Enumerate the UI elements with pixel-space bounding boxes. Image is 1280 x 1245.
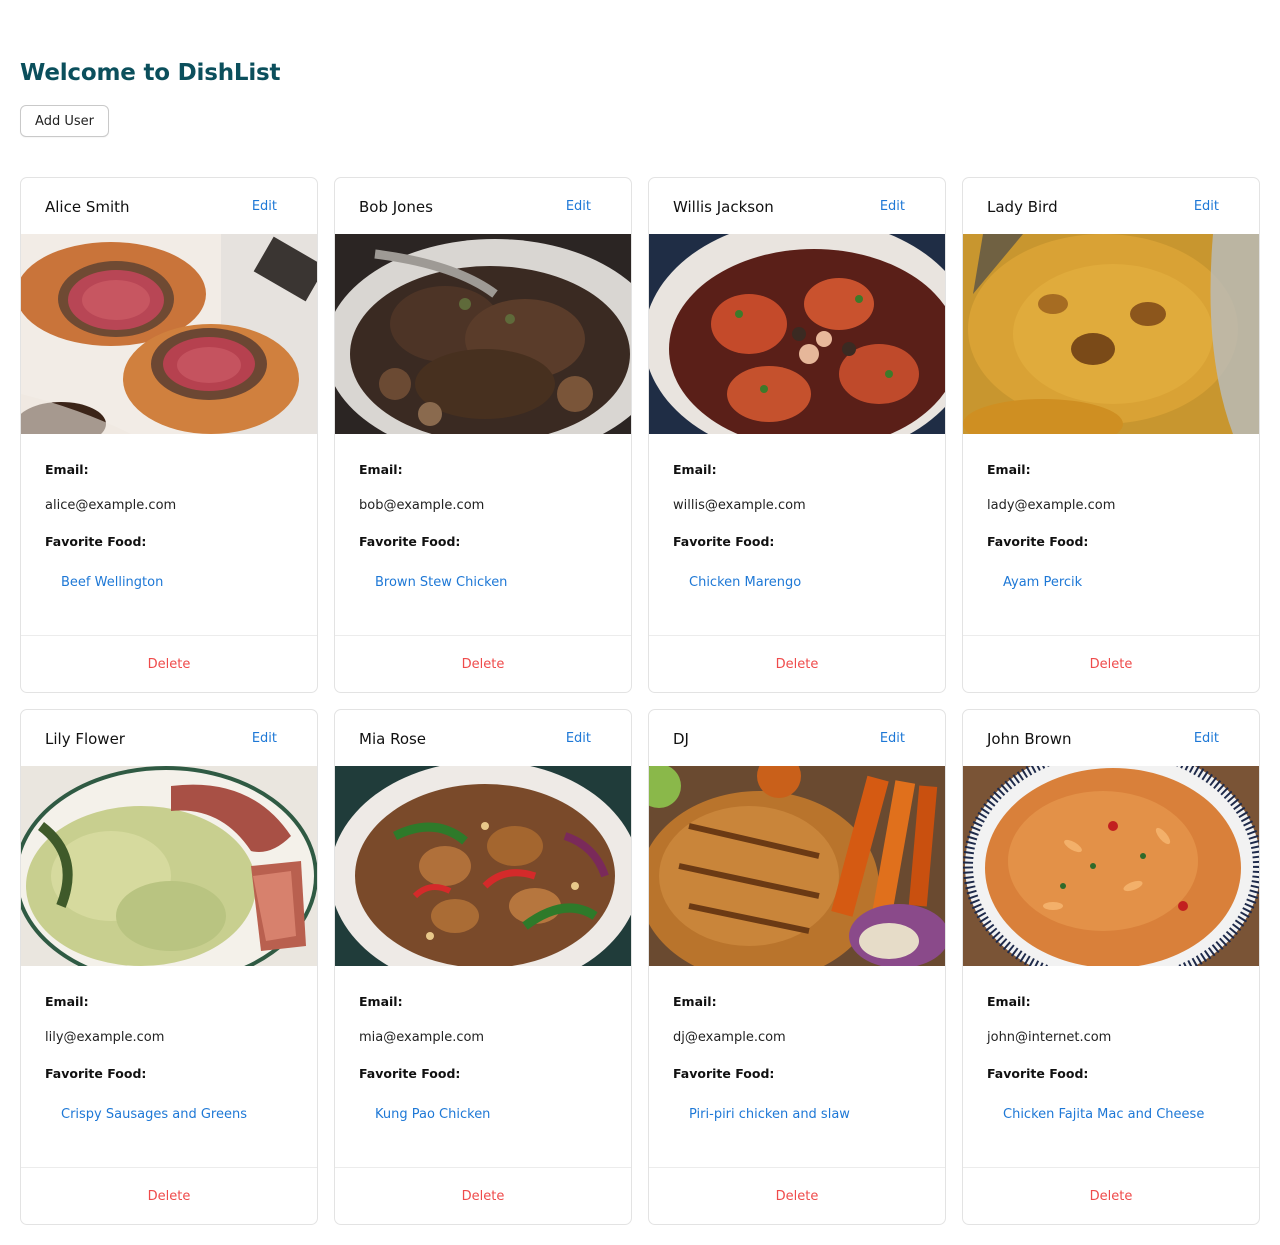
delete-button[interactable]: Delete: [462, 657, 505, 672]
card-header: Lily Flower Edit: [21, 710, 317, 766]
favorite-food-link[interactable]: Brown Stew Chicken: [375, 575, 507, 590]
user-card: Alice Smith Edit Email: alice@example.co: [20, 177, 318, 693]
favorite-food-link[interactable]: Chicken Marengo: [689, 575, 801, 590]
favorite-food-link[interactable]: Ayam Percik: [1003, 575, 1082, 590]
chicken-marengo-photo: [649, 234, 945, 434]
fajita-mac-cheese-photo: [963, 766, 1259, 966]
card-footer: Delete: [963, 1167, 1259, 1224]
card-header: Bob Jones Edit: [335, 178, 631, 234]
email-value: lady@example.com: [987, 498, 1116, 513]
card-header: Lady Bird Edit: [963, 178, 1259, 234]
card-header: John Brown Edit: [963, 710, 1259, 766]
user-card: Lily Flower Edit Email: lily@example.com…: [20, 709, 318, 1225]
favorite-food-label: Favorite Food:: [45, 534, 147, 549]
card-footer: Delete: [21, 635, 317, 692]
email-value: alice@example.com: [45, 498, 177, 513]
favorite-food-label: Favorite Food:: [987, 1066, 1089, 1081]
favorite-food-label: Favorite Food:: [673, 534, 775, 549]
user-name: Alice Smith: [45, 198, 130, 216]
email-value: willis@example.com: [673, 498, 806, 513]
brown-stew-chicken-photo: [335, 234, 631, 434]
favorite-food-label: Favorite Food:: [987, 534, 1089, 549]
delete-button[interactable]: Delete: [462, 1189, 505, 1204]
card-header: DJ Edit: [649, 710, 945, 766]
card-footer: Delete: [963, 635, 1259, 692]
email-label: Email:: [359, 994, 403, 1009]
user-name: Willis Jackson: [673, 198, 774, 216]
user-name: Bob Jones: [359, 198, 433, 216]
user-name: DJ: [673, 730, 689, 748]
page-title: Welcome to DishList: [20, 60, 281, 86]
user-card: John Brown Edit Email: john@internet.com…: [962, 709, 1260, 1225]
user-card: Bob Jones Edit Email: bob@example.com Fa…: [334, 177, 632, 693]
card-header: Mia Rose Edit: [335, 710, 631, 766]
user-name: John Brown: [987, 730, 1072, 748]
card-footer: Delete: [335, 635, 631, 692]
edit-link[interactable]: Edit: [1194, 731, 1219, 746]
card-footer: Delete: [21, 1167, 317, 1224]
kung-pao-chicken-photo: [335, 766, 631, 966]
favorite-food-label: Favorite Food:: [673, 1066, 775, 1081]
favorite-food-link[interactable]: Crispy Sausages and Greens: [61, 1107, 247, 1122]
card-footer: Delete: [649, 1167, 945, 1224]
delete-button[interactable]: Delete: [1090, 1189, 1133, 1204]
favorite-food-label: Favorite Food:: [359, 534, 461, 549]
edit-link[interactable]: Edit: [1194, 199, 1219, 214]
email-label: Email:: [987, 994, 1031, 1009]
user-name: Lily Flower: [45, 730, 125, 748]
favorite-food-label: Favorite Food:: [359, 1066, 461, 1081]
delete-button[interactable]: Delete: [148, 1189, 191, 1204]
delete-button[interactable]: Delete: [776, 1189, 819, 1204]
email-value: john@internet.com: [987, 1030, 1112, 1045]
email-label: Email:: [673, 462, 717, 477]
email-label: Email:: [359, 462, 403, 477]
add-user-button[interactable]: Add User: [20, 105, 109, 137]
favorite-food-label: Favorite Food:: [45, 1066, 147, 1081]
edit-link[interactable]: Edit: [252, 731, 277, 746]
delete-button[interactable]: Delete: [776, 657, 819, 672]
favorite-food-link[interactable]: Beef Wellington: [61, 575, 163, 590]
email-value: lily@example.com: [45, 1030, 165, 1045]
favorite-food-link[interactable]: Piri-piri chicken and slaw: [689, 1107, 850, 1122]
card-footer: Delete: [335, 1167, 631, 1224]
edit-link[interactable]: Edit: [880, 199, 905, 214]
email-label: Email:: [987, 462, 1031, 477]
crispy-sausages-photo: [21, 766, 317, 966]
ayam-percik-photo: [963, 234, 1259, 434]
favorite-food-link[interactable]: Chicken Fajita Mac and Cheese: [1003, 1107, 1204, 1122]
email-label: Email:: [45, 994, 89, 1009]
email-value: bob@example.com: [359, 498, 485, 513]
beef-wellington-photo: [21, 234, 317, 434]
email-label: Email:: [45, 462, 89, 477]
edit-link[interactable]: Edit: [252, 199, 277, 214]
email-value: mia@example.com: [359, 1030, 485, 1045]
user-name: Mia Rose: [359, 730, 427, 748]
user-card: Willis Jackson Edit Email: willis@exampl…: [648, 177, 946, 693]
email-label: Email:: [673, 994, 717, 1009]
user-card: Lady Bird Edit Email: lady@example.com F…: [962, 177, 1260, 693]
edit-link[interactable]: Edit: [880, 731, 905, 746]
user-card: DJ Edit Email: dj@example.com Favorite F…: [648, 709, 946, 1225]
piri-piri-chicken-photo: [649, 766, 945, 966]
favorite-food-link[interactable]: Kung Pao Chicken: [375, 1107, 490, 1122]
edit-link[interactable]: Edit: [566, 199, 591, 214]
card-header: Willis Jackson Edit: [649, 178, 945, 234]
user-card-grid: Alice Smith Edit Email: alice@example.co: [20, 177, 1260, 1225]
card-header: Alice Smith Edit: [21, 178, 317, 234]
delete-button[interactable]: Delete: [1090, 657, 1133, 672]
user-name: Lady Bird: [987, 198, 1058, 216]
email-value: dj@example.com: [673, 1030, 786, 1045]
card-footer: Delete: [649, 635, 945, 692]
edit-link[interactable]: Edit: [566, 731, 591, 746]
delete-button[interactable]: Delete: [148, 657, 191, 672]
user-card: Mia Rose Edit Email: mia@example.com Fav…: [334, 709, 632, 1225]
